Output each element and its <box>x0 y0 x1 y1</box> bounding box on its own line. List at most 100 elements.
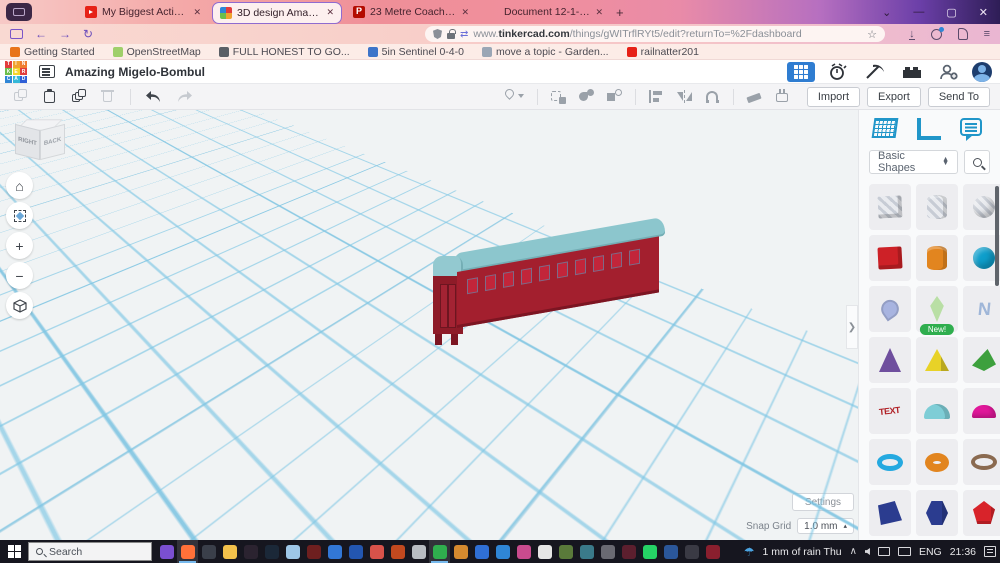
maximize-button[interactable]: ▢ <box>946 6 956 19</box>
viewport[interactable]: RIGHT BACK ⌂ + − ❯ Settings Snap Grid 1.… <box>0 110 858 540</box>
tab-search-icon[interactable]: ⌄ <box>882 6 891 19</box>
bookmark-item[interactable]: railnatter201 <box>627 46 699 58</box>
taskbar-app-button[interactable] <box>408 540 429 563</box>
shape-tile-hex-prism[interactable] <box>916 490 958 536</box>
shape-tile-pyramid[interactable] <box>916 337 958 383</box>
tracking-shield-icon[interactable] <box>433 29 442 39</box>
shape-tile-round-roof[interactable] <box>916 388 958 434</box>
snap-grid-dropdown[interactable]: 1.0 mm ▴ <box>797 518 854 534</box>
copy-icon[interactable] <box>14 89 29 104</box>
shape-search-button[interactable] <box>964 150 990 174</box>
bookmark-item[interactable]: move a topic - Garden... <box>482 46 609 58</box>
panel-scrollbar[interactable] <box>995 186 999 286</box>
sidebar-toggle-icon[interactable] <box>10 29 23 39</box>
reload-icon[interactable]: ↻ <box>83 27 93 41</box>
ungroup-icon[interactable] <box>579 89 594 104</box>
action-center-icon[interactable] <box>984 546 996 557</box>
ruler-tool-icon[interactable] <box>747 89 762 104</box>
downloads-icon[interactable]: ↓ <box>909 29 915 40</box>
browser-tab[interactable]: 3D design Amazing Migelo-Bo✕ <box>212 2 342 24</box>
group-edit-icon[interactable] <box>607 89 622 104</box>
shape-tile-half-sphere[interactable] <box>963 388 1000 434</box>
weather-icon[interactable]: ☂ <box>744 545 755 559</box>
taskbar-app-button[interactable] <box>177 540 198 563</box>
address-bar[interactable]: ⇄ www.tinkercad.com/things/gWITrflRYt5/e… <box>425 26 885 42</box>
home-view-button[interactable]: ⌂ <box>6 172 33 199</box>
shape-tile-text-block[interactable]: TEXT <box>869 388 911 434</box>
group-icon[interactable] <box>551 89 566 104</box>
sim-lab-button[interactable] <box>824 62 852 82</box>
taskbar-app-button[interactable] <box>282 540 303 563</box>
weather-text[interactable]: 1 mm of rain Thu <box>762 546 841 558</box>
shape-tile-scribble[interactable] <box>869 286 911 332</box>
delete-icon[interactable] <box>101 89 116 104</box>
workplane-tool-button[interactable] <box>873 118 899 142</box>
shape-tile-torus[interactable] <box>869 439 911 485</box>
fit-view-button[interactable] <box>6 202 33 229</box>
taskbar-app-button[interactable] <box>597 540 618 563</box>
browser-essentials-icon[interactable] <box>958 28 968 40</box>
clock[interactable]: 21:36 <box>950 546 976 558</box>
bookmark-item[interactable]: Getting Started <box>10 46 95 58</box>
ruler-panel-button[interactable] <box>917 118 943 142</box>
zoom-out-button[interactable]: − <box>6 262 33 289</box>
paste-icon[interactable] <box>43 89 58 104</box>
design-menu-icon[interactable] <box>39 65 55 78</box>
taskbar-app-button[interactable] <box>387 540 408 563</box>
settings-button[interactable]: Settings <box>792 493 854 511</box>
magnet-icon[interactable] <box>705 89 720 104</box>
profile-icon[interactable] <box>931 29 942 40</box>
hidden-icons-chevron[interactable]: ∧ <box>850 546 857 557</box>
shape-tile-polyhedron[interactable] <box>963 490 1000 536</box>
close-button[interactable]: ✕ <box>979 6 988 19</box>
shape-tile-text[interactable]: N <box>963 286 1000 332</box>
workplane-color-icon[interactable] <box>504 89 524 104</box>
language-indicator[interactable]: ENG <box>919 546 942 558</box>
brick-export-button[interactable] <box>898 62 926 82</box>
taskbar-app-button[interactable] <box>513 540 534 563</box>
taskbar-app-button[interactable] <box>660 540 681 563</box>
export-button[interactable]: Export <box>867 87 921 107</box>
tab-close-icon[interactable]: ✕ <box>193 7 201 18</box>
display-icon[interactable] <box>878 547 890 556</box>
taskbar-app-button[interactable] <box>156 540 177 563</box>
taskbar-app-button[interactable] <box>555 540 576 563</box>
notes-tool-icon[interactable] <box>775 89 790 104</box>
taskbar-app-button[interactable] <box>702 540 723 563</box>
view-cube-back-face[interactable]: BACK <box>40 124 65 160</box>
shape-tile-cylinder-hole[interactable] <box>916 184 958 230</box>
collaborate-button[interactable] <box>935 62 963 82</box>
tinkercad-logo[interactable]: TINKERCAD <box>5 61 27 83</box>
tab-close-icon[interactable]: ✕ <box>595 7 603 18</box>
taskbar-app-button[interactable] <box>198 540 219 563</box>
taskbar-app-button[interactable] <box>303 540 324 563</box>
shape-tile-box[interactable] <box>869 235 911 281</box>
tab-close-icon[interactable]: ✕ <box>326 7 334 18</box>
avatar[interactable] <box>972 62 992 82</box>
shape-tile-box-hole[interactable] <box>869 184 911 230</box>
mode-3d-design-button[interactable] <box>787 62 815 82</box>
taskbar-app-button[interactable] <box>639 540 660 563</box>
mirror-icon[interactable] <box>677 89 692 104</box>
taskbar-app-button[interactable] <box>534 540 555 563</box>
undo-icon[interactable] <box>145 90 162 103</box>
train-coach-model[interactable] <box>425 238 675 353</box>
taskbar-app-button[interactable] <box>261 540 282 563</box>
taskbar-app-button[interactable] <box>492 540 513 563</box>
minimize-button[interactable]: — <box>913 6 924 18</box>
shape-tile-top[interactable]: New! <box>916 286 958 332</box>
menu-icon[interactable]: ≡ <box>984 28 990 40</box>
volume-icon[interactable] <box>865 548 870 555</box>
forward-icon[interactable]: → <box>59 27 71 41</box>
browser-tab[interactable]: Document 12-1-1.pdf✕ <box>480 0 610 24</box>
view-cube[interactable]: RIGHT BACK <box>12 116 70 174</box>
back-icon[interactable]: ← <box>35 27 47 41</box>
shape-category-dropdown[interactable]: Basic Shapes ▲▼ <box>869 150 958 174</box>
workspaces-icon[interactable] <box>6 3 32 21</box>
shape-tile-wedge[interactable] <box>869 490 911 536</box>
notes-panel-button[interactable] <box>960 118 986 142</box>
new-tab-button[interactable]: + <box>616 5 624 20</box>
taskbar-app-button[interactable] <box>429 540 450 563</box>
redo-icon[interactable] <box>176 90 193 103</box>
panel-collapse-handle[interactable]: ❯ <box>846 305 858 349</box>
